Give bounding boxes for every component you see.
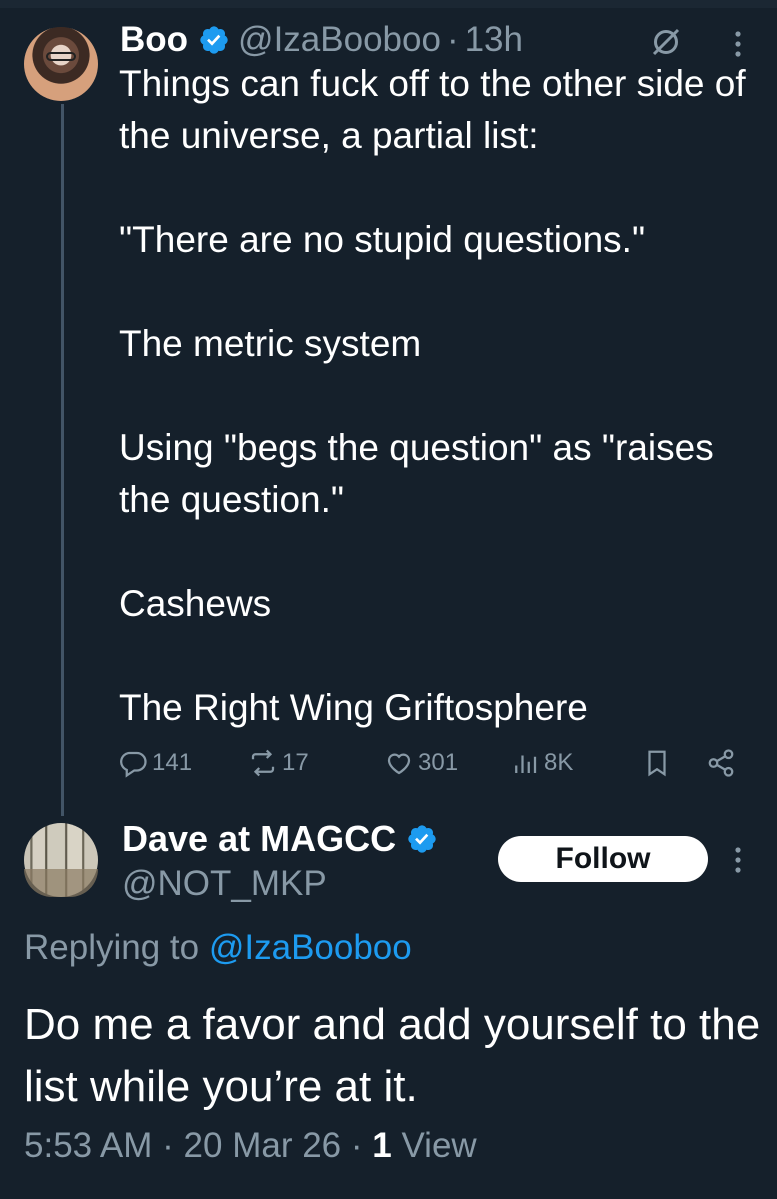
- bookmark-icon[interactable]: [642, 748, 672, 778]
- grok-icon[interactable]: [648, 24, 684, 60]
- reply-author-name[interactable]: Dave at MAGCC: [122, 818, 396, 860]
- repost-button[interactable]: 17: [248, 748, 309, 778]
- view-label: View: [401, 1126, 477, 1165]
- separator: ·: [162, 1126, 174, 1165]
- verified-icon: [408, 825, 436, 853]
- replying-mention-link[interactable]: @IzaBooboo: [209, 928, 412, 967]
- separator: ·: [350, 1126, 363, 1165]
- views-count: 8K: [544, 749, 574, 776]
- share-icon[interactable]: [706, 748, 736, 778]
- repost-icon: [251, 749, 275, 777]
- reply-icon: [120, 751, 147, 778]
- reply-button[interactable]: 141: [118, 748, 192, 778]
- thread-connector-line: [61, 104, 64, 816]
- reply-time[interactable]: 5:53 AM: [24, 1126, 152, 1165]
- more-icon[interactable]: [728, 842, 748, 878]
- author-handle[interactable]: @IzaBooboo: [238, 20, 441, 60]
- avatar-glasses: [46, 52, 76, 61]
- reply-meta: 5:53 AM · 20 Mar 26 · 1 View: [24, 1126, 477, 1166]
- tweet-text-line: Cashews: [119, 583, 272, 624]
- tweet-actions: 141 17 301 8K: [0, 748, 777, 788]
- tweet-text-line: The Right Wing Griftosphere: [119, 687, 588, 728]
- tweet-text-line: Things can fuck off to the other side of…: [119, 63, 746, 156]
- tweet-body: Things can fuck off to the other side of…: [119, 58, 759, 734]
- follow-button[interactable]: Follow: [498, 836, 708, 882]
- tweet-text-line: Using "begs the question" as "raises the…: [119, 427, 714, 520]
- verified-icon: [200, 26, 228, 54]
- timestamp[interactable]: 13h: [465, 20, 523, 60]
- repost-count: 17: [282, 749, 309, 776]
- views-button[interactable]: 8K: [510, 748, 573, 778]
- views-icon: [515, 755, 537, 773]
- separator: ·: [446, 20, 459, 59]
- tweet-text-line: "There are no stupid questions.": [119, 219, 646, 260]
- author-name[interactable]: Boo: [120, 20, 188, 60]
- replying-prefix: Replying to: [24, 928, 200, 967]
- avatar[interactable]: [24, 823, 98, 897]
- tweet-text-line: The metric system: [119, 323, 422, 364]
- like-button[interactable]: 301: [384, 748, 458, 778]
- view-count: 1: [372, 1126, 392, 1165]
- more-icon[interactable]: [728, 26, 748, 62]
- reply-author-handle[interactable]: @NOT_MKP: [122, 864, 327, 904]
- reply-body: Do me a favor and add yourself to the li…: [24, 1000, 761, 1111]
- avatar[interactable]: [24, 27, 98, 101]
- like-count: 301: [418, 749, 459, 776]
- reply-author[interactable]: Dave at MAGCC: [122, 818, 446, 860]
- reply-count: 141: [152, 749, 193, 776]
- tweet-header: Boo @IzaBooboo · 13h: [120, 18, 523, 62]
- like-icon: [387, 753, 411, 775]
- replying-to: Replying to @IzaBooboo: [24, 928, 412, 968]
- reply-date[interactable]: 20 Mar 26: [184, 1126, 342, 1165]
- top-divider: [0, 0, 777, 8]
